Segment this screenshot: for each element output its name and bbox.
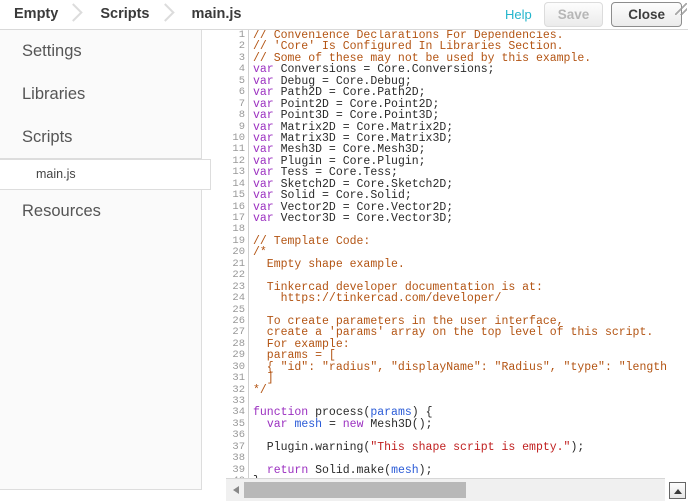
code-token: = <box>322 417 343 431</box>
script-editor-window: Empty Scripts main.js Help Save Close Se… <box>0 0 688 501</box>
code-line[interactable]: https://tinkercad.com/developer/ <box>253 292 688 306</box>
sidebar-group-top: Settings Libraries Scripts <box>0 30 202 159</box>
line-number: 29 <box>232 349 245 362</box>
line-number: 22 <box>232 269 245 282</box>
code-token: mesh <box>391 463 419 477</box>
code-line[interactable]: Plugin.warning("This shape script is emp… <box>253 440 688 454</box>
code-token: https://tinkercad.com/developer/ <box>253 292 502 306</box>
line-number: 15 <box>232 189 245 202</box>
code-line[interactable]: var mesh = new Mesh3D(); <box>253 417 688 431</box>
sidebar: Settings Libraries Scripts main.js Resou… <box>0 30 211 490</box>
code-token: Solid.make( <box>308 463 392 477</box>
close-button[interactable]: Close <box>611 2 682 27</box>
sidebar-item-main-js[interactable]: main.js <box>0 159 211 190</box>
vertical-scrollbar[interactable] <box>667 30 688 455</box>
code-token: ); <box>418 463 433 477</box>
code-token: mesh <box>294 417 323 431</box>
code-editor: 1 2 3 4 5 6 7 8 9 10 11 12 13 14 15 16 17 18 19 20 21 22 23 24 2… <box>226 30 688 501</box>
code-token: // Template Code: <box>253 234 371 248</box>
horizontal-scrollbar[interactable] <box>226 478 665 501</box>
code-token: Vector3D = Core.Vector3D; <box>273 212 454 225</box>
sidebar-item-settings[interactable]: Settings <box>0 30 201 73</box>
breadcrumb-item-project[interactable]: Empty <box>0 0 64 29</box>
code-token: Mesh3D(); <box>363 417 433 431</box>
sidebar-item-scripts[interactable]: Scripts <box>0 116 201 159</box>
code-line[interactable]: // Template Code: <box>253 234 688 248</box>
sidebar-group-bottom: Resources <box>0 190 202 490</box>
code-token: "This shape script is empty." <box>370 440 571 454</box>
code-token: ); <box>570 440 585 454</box>
code-line[interactable]: Empty shape example. <box>253 257 688 271</box>
resize-grip-icon[interactable] <box>675 3 687 15</box>
chevron-right-icon <box>156 0 178 29</box>
breadcrumb-item-file[interactable]: main.js <box>178 0 248 29</box>
code-line[interactable]: var Vector3D = Core.Vector3D; <box>253 212 688 225</box>
scroll-up-button[interactable] <box>669 482 686 499</box>
line-number-gutter: 1 2 3 4 5 6 7 8 9 10 11 12 13 14 15 16 17 18 19 20 21 22 23 24 2… <box>226 30 249 478</box>
line-number: 13 <box>232 166 245 179</box>
code-editor-viewport[interactable]: 1 2 3 4 5 6 7 8 9 10 11 12 13 14 15 16 17 18 19 20 21 22 23 24 2… <box>226 30 688 478</box>
code-token: Plugin.warning( <box>253 440 371 454</box>
code-token: Empty shape example. <box>253 257 405 271</box>
sidebar-item-libraries[interactable]: Libraries <box>0 73 201 116</box>
chevron-right-icon <box>64 0 86 29</box>
breadcrumb: Empty Scripts main.js <box>0 0 247 29</box>
window-header: Empty Scripts main.js Help Save Close <box>0 0 688 30</box>
sidebar-item-resources[interactable]: Resources <box>0 190 201 233</box>
scroll-left-arrow-icon[interactable] <box>229 483 242 497</box>
breadcrumb-item-scripts[interactable]: Scripts <box>86 0 155 29</box>
code-token: return <box>266 463 309 477</box>
line-number: 31 <box>232 372 245 385</box>
line-number: 6 <box>238 86 245 99</box>
code-token: { "id": "radius", "displayName": "Radius… <box>253 360 681 374</box>
code-content[interactable]: // Convenience Declarations For Dependen… <box>253 30 688 478</box>
code-token: var <box>266 417 288 431</box>
save-button[interactable]: Save <box>543 2 604 27</box>
code-token: new <box>342 417 364 431</box>
line-number: 24 <box>232 292 245 305</box>
horizontal-scrollbar-thumb[interactable] <box>244 482 466 498</box>
code-line[interactable]: */ <box>253 384 688 396</box>
sidebar-item-main-js-label: main.js <box>36 167 76 181</box>
header-actions: Help Save Close <box>501 0 682 29</box>
code-line[interactable]: return Solid.make(mesh); <box>253 463 688 477</box>
code-line[interactable]: ] <box>253 373 688 385</box>
help-link[interactable]: Help <box>501 7 536 22</box>
line-number: 38 <box>232 452 245 465</box>
line-number: 8 <box>238 109 245 122</box>
code-line[interactable]: { "id": "radius", "displayName": "Radius… <box>253 360 688 374</box>
